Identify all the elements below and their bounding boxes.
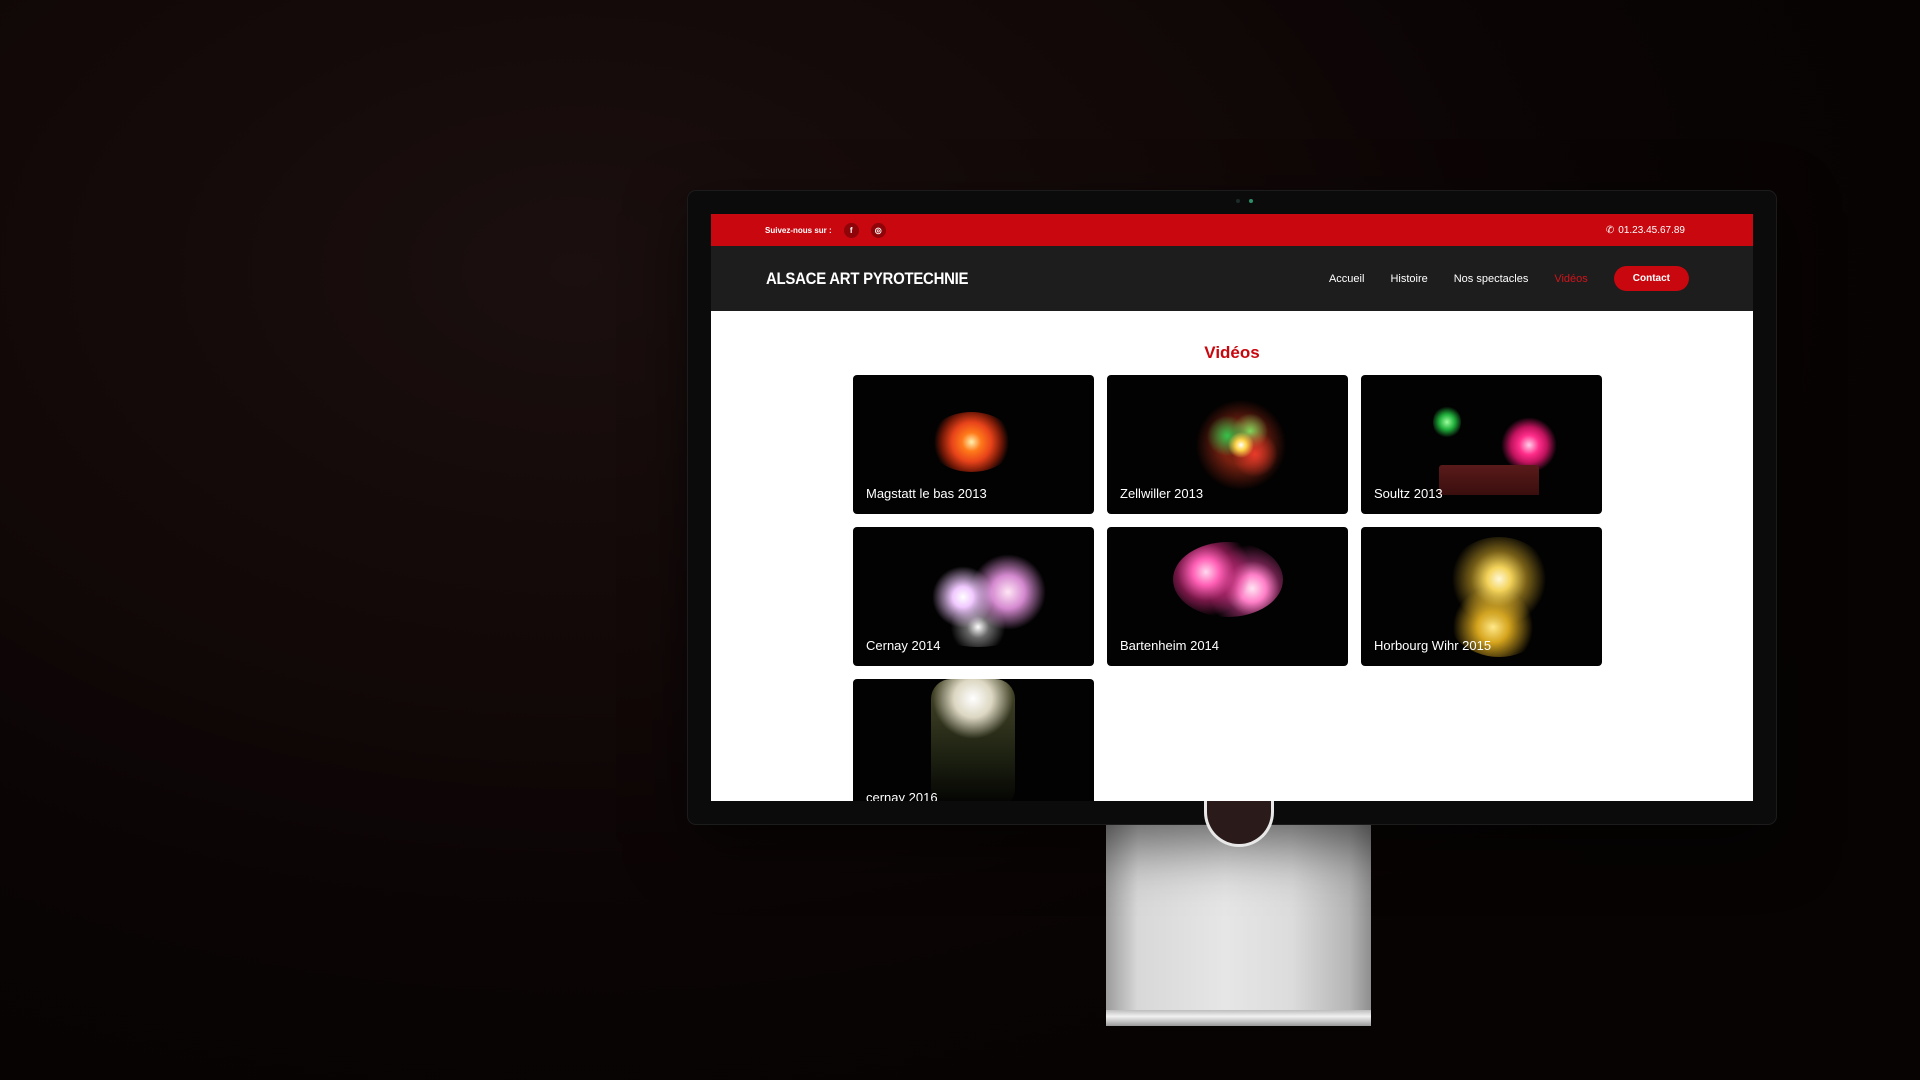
video-card-horbourg-wihr[interactable]: Horbourg Wihr 2015	[1361, 527, 1602, 666]
main-navigation: ALSACE ART PYROTECHNIE Accueil Histoire …	[711, 246, 1753, 311]
nav-link-accueil[interactable]: Accueil	[1329, 273, 1364, 285]
video-thumbnail	[929, 412, 1014, 472]
video-title: cernay 2016	[866, 790, 938, 801]
monitor-stand	[1106, 822, 1371, 1022]
nav-menu: Accueil Histoire Nos spectacles Vidéos C…	[1329, 266, 1689, 291]
website-screen: Suivez-nous sur : f ◎ ✆ 01.23.45.67.89 A…	[711, 214, 1753, 801]
video-title: Bartenheim 2014	[1120, 638, 1220, 653]
monitor-stand-base	[1106, 1010, 1371, 1026]
contact-button[interactable]: Contact	[1613, 266, 1689, 291]
video-thumbnail	[931, 679, 1015, 801]
video-title: Zellwiller 2013	[1120, 486, 1204, 501]
video-card-zellwiller[interactable]: Zellwiller 2013	[1107, 375, 1348, 514]
camera-icon	[1236, 199, 1240, 203]
phone-contact[interactable]: ✆ 01.23.45.67.89	[1606, 225, 1685, 236]
facebook-icon[interactable]: f	[843, 222, 859, 238]
instagram-icon[interactable]: ◎	[870, 222, 886, 238]
video-thumbnail	[1433, 405, 1461, 439]
nav-link-histoire[interactable]: Histoire	[1390, 273, 1427, 285]
video-card-cernay-2016[interactable]: cernay 2016	[853, 679, 1094, 801]
video-title: Magstatt le bas 2013	[866, 486, 987, 501]
phone-number: 01.23.45.67.89	[1618, 224, 1685, 236]
video-grid: Magstatt le bas 2013 Zellwiller 2013 Sou…	[853, 375, 1602, 801]
page-title: Vidéos	[1204, 343, 1260, 362]
camera-led-icon	[1249, 199, 1253, 203]
video-title: Soultz 2013	[1374, 486, 1443, 501]
video-thumbnail	[1195, 399, 1287, 491]
phone-icon: ✆	[1605, 224, 1615, 236]
video-thumbnail-building	[1439, 465, 1539, 495]
top-bar: Suivez-nous sur : f ◎ ✆ 01.23.45.67.89	[711, 214, 1753, 246]
nav-link-nos-spectacles[interactable]: Nos spectacles	[1454, 273, 1529, 285]
video-card-cernay-2014[interactable]: Cernay 2014	[853, 527, 1094, 666]
follow-label: Suivez-nous sur :	[765, 225, 832, 235]
site-logo[interactable]: ALSACE ART PYROTECHNIE	[766, 269, 969, 289]
video-title: Horbourg Wihr 2015	[1374, 638, 1492, 653]
video-card-bartenheim[interactable]: Bartenheim 2014	[1107, 527, 1348, 666]
video-card-magstatt[interactable]: Magstatt le bas 2013	[853, 375, 1094, 514]
video-thumbnail	[903, 547, 1053, 647]
video-thumbnail	[1173, 542, 1283, 617]
video-title: Cernay 2014	[866, 638, 941, 653]
video-card-soultz[interactable]: Soultz 2013	[1361, 375, 1602, 514]
nav-link-videos[interactable]: Vidéos	[1554, 273, 1587, 285]
social-follow: Suivez-nous sur : f ◎	[765, 222, 886, 238]
